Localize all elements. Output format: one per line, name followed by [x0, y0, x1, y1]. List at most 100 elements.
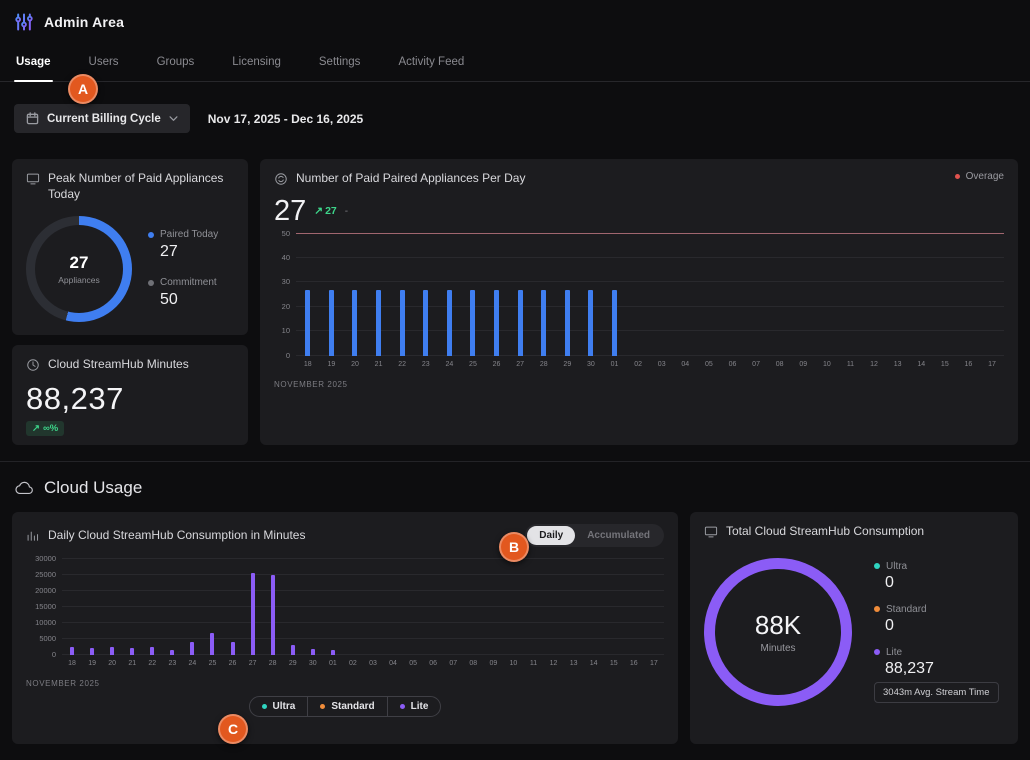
x-tick-label: 10	[503, 660, 523, 667]
bar-slot	[532, 234, 556, 356]
x-tick-label: 12	[544, 660, 564, 667]
bar-slot	[483, 559, 503, 655]
legend-item-lite: Lite 88,237 3043m Avg. Stream Time	[874, 647, 999, 703]
x-tick-label: 22	[390, 361, 414, 368]
y-tick-label: 30000	[35, 554, 56, 563]
tab-usage[interactable]: Usage	[14, 50, 53, 81]
bar-slot	[363, 559, 383, 655]
paired-today-dot-icon	[148, 232, 154, 238]
x-tick-label: 23	[162, 660, 182, 667]
standard-dot-icon	[320, 704, 325, 709]
y-tick-label: 20000	[35, 586, 56, 595]
calendar-icon	[26, 112, 39, 125]
x-tick-label: 16	[957, 361, 981, 368]
legend-pill-lite[interactable]: Lite	[387, 697, 441, 716]
y-tick-label: 0	[286, 351, 290, 360]
bar-slot	[182, 559, 202, 655]
total-ultra-label: Ultra	[886, 561, 907, 572]
lite-dot-icon	[400, 704, 405, 709]
tab-bar: Usage Users Groups Licensing Settings Ac…	[0, 40, 1030, 82]
bar-slot	[443, 559, 463, 655]
bar-slot	[62, 559, 82, 655]
commitment-label: Commitment	[160, 277, 217, 288]
bar-slot	[461, 234, 485, 356]
daily-consumption-card: Daily Cloud StreamHub Consumption in Min…	[12, 512, 678, 744]
bar	[305, 290, 310, 356]
x-tick-label: 30	[579, 361, 603, 368]
tab-activity-feed[interactable]: Activity Feed	[396, 50, 466, 81]
billing-cycle-dropdown[interactable]: Current Billing Cycle	[14, 104, 190, 133]
tab-groups[interactable]: Groups	[155, 50, 197, 81]
x-tick-label: 26	[485, 361, 509, 368]
bar-slot	[626, 234, 650, 356]
minutes-card-title: Cloud StreamHub Minutes	[26, 357, 234, 373]
peak-donut: 27 Appliances	[26, 216, 132, 322]
bar-slot	[162, 559, 182, 655]
appliances-card-head: Number of Paid Paired Appliances Per Day…	[274, 171, 1004, 187]
total-donut-caption: Minutes	[760, 643, 795, 654]
daily-consumption-bar-chart: 050001000015000200002500030000 181920212…	[26, 559, 664, 667]
bar-slot	[403, 559, 423, 655]
appliances-per-day-card: Number of Paid Paired Appliances Per Day…	[260, 159, 1018, 445]
filter-bar: Current Billing Cycle Nov 17, 2025 - Dec…	[0, 82, 1030, 133]
bar-slot	[839, 234, 863, 356]
x-tick-label: 23	[414, 361, 438, 368]
toggle-accumulated[interactable]: Accumulated	[575, 526, 662, 545]
bar-slot	[263, 559, 283, 655]
overage-legend: Overage	[955, 171, 1004, 182]
toggle-daily[interactable]: Daily	[527, 526, 575, 545]
bar	[291, 645, 295, 655]
legend-pill-ultra[interactable]: Ultra	[250, 697, 308, 716]
bar-slot	[320, 234, 344, 356]
cloud-minutes-card: Cloud StreamHub Minutes 88,237 ↗ ∞%	[12, 345, 248, 445]
appliances-chart-xaxis: 1819202122232425262728293001020304050607…	[296, 361, 1004, 368]
appliances-trend-value: 27	[325, 205, 337, 217]
appliances-card-title-text: Number of Paid Paired Appliances Per Day	[296, 171, 525, 187]
tab-settings[interactable]: Settings	[317, 50, 363, 81]
bar-slot	[815, 234, 839, 356]
x-tick-label: 13	[564, 660, 584, 667]
bar-slot	[343, 559, 363, 655]
bar-slot	[414, 234, 438, 356]
legend-item-paired-today: Paired Today 27	[148, 229, 218, 261]
total-standard-value: 0	[885, 617, 999, 635]
bar-slot	[82, 559, 102, 655]
chevron-down-icon	[169, 116, 178, 122]
x-tick-label: 05	[697, 361, 721, 368]
bar-slot	[343, 234, 367, 356]
appliance-monitor-icon	[26, 172, 40, 186]
bar-slot	[383, 559, 403, 655]
legend-pill-standard[interactable]: Standard	[307, 697, 386, 716]
cloud-icon	[14, 479, 34, 497]
streamhub-server-icon	[704, 525, 718, 539]
bar-slot	[556, 234, 580, 356]
daily-accumulated-toggle: Daily Accumulated	[525, 524, 664, 547]
appliances-chart-plot: 01020304050	[296, 234, 1004, 356]
x-tick-label: 17	[980, 361, 1004, 368]
bar	[423, 290, 428, 356]
bar	[170, 650, 174, 655]
x-tick-label: 08	[768, 361, 792, 368]
bar-slot	[791, 234, 815, 356]
x-tick-label: 02	[626, 361, 650, 368]
x-tick-label: 13	[886, 361, 910, 368]
bar	[329, 290, 334, 356]
x-tick-label: 15	[933, 361, 957, 368]
x-tick-label: 06	[423, 660, 443, 667]
total-card-title-text: Total Cloud StreamHub Consumption	[726, 524, 924, 540]
tab-licensing[interactable]: Licensing	[230, 50, 283, 81]
peak-appliances-card: Peak Number of Paid Appliances Today 27 …	[12, 159, 248, 335]
total-ultra-value: 0	[885, 574, 999, 592]
x-tick-label: 25	[461, 361, 485, 368]
x-tick-label: 28	[263, 660, 283, 667]
bar	[565, 290, 570, 356]
admin-area-logo-icon	[14, 12, 34, 32]
x-tick-label: 01	[323, 660, 343, 667]
appliances-headline-value: 27	[274, 195, 306, 228]
lite-pill-label: Lite	[411, 701, 429, 712]
bar	[190, 642, 194, 655]
y-tick-label: 40	[282, 253, 290, 262]
bar-slot	[886, 234, 910, 356]
total-card-title: Total Cloud StreamHub Consumption	[704, 524, 1004, 540]
x-tick-label: 29	[283, 660, 303, 667]
